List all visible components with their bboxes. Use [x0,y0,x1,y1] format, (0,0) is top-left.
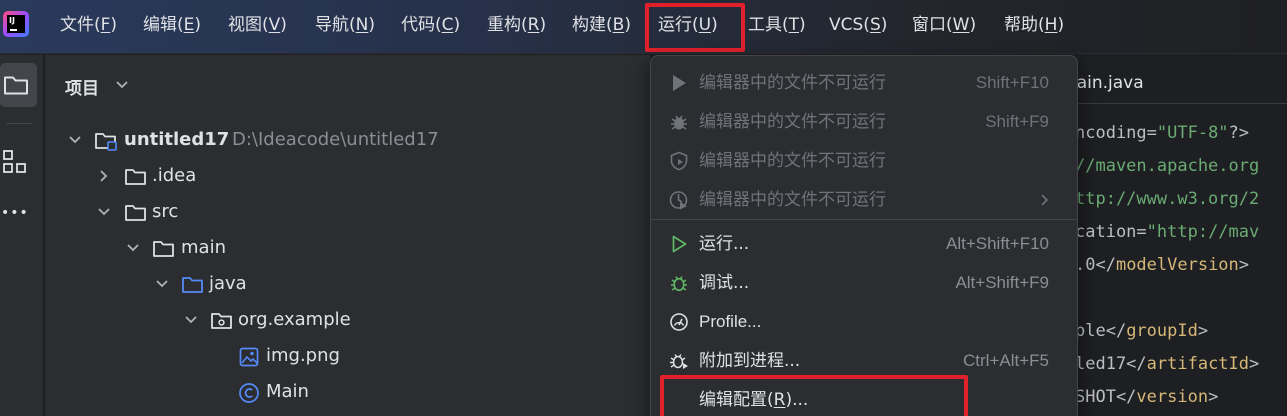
menu-separator [651,219,1077,220]
run-menu-highlight-box [645,3,745,52]
menu-view[interactable]: 视图(V) [228,12,287,38]
chevron-right-icon [1041,194,1049,206]
code-token: ncoding= [1075,123,1157,143]
chevron-down-icon[interactable] [155,279,169,289]
code-line: led17</artifactId> [1075,351,1259,377]
run-menu-item-run-disabled: 编辑器中的文件不可运行 Shift+F10 [659,66,1064,100]
menu-vcs[interactable]: VCS(S) [829,12,887,38]
chevron-down-icon[interactable] [97,207,111,217]
profile-gauge-icon [670,313,688,331]
folder-icon [125,205,146,221]
edit-configurations-highlight-box [660,375,968,416]
menu-bar: IJ 文件(F) 编辑(E) 视图(V) 导航(N) 代码(C) 重构(R) 构… [0,0,1287,54]
structure-icon[interactable] [2,149,28,175]
menu-build[interactable]: 构建(B) [572,12,631,38]
code-token: ttp://www.w3.org/2 [1075,189,1260,209]
code-line: ncoding="UTF-8"?> [1075,120,1249,146]
image-file-icon [239,347,259,367]
menu-code[interactable]: 代码(C) [401,12,460,38]
project-panel-title[interactable]: 项目 [65,74,99,99]
tree-item-label: untitled17 [124,129,230,150]
chevron-right-icon[interactable] [99,169,109,183]
debug-icon [671,115,687,130]
code-token: .0</ [1075,255,1116,275]
code-token: "http://mav [1146,222,1260,242]
package-icon [211,313,232,329]
tree-item-label: main [181,237,226,258]
chevron-down-icon[interactable] [68,135,82,145]
code-token: //maven.apache.org [1075,156,1260,176]
coverage-icon [670,151,688,171]
tree-item-path: D:\Ideacode\untitled17 [232,129,439,150]
code-token: > [1249,354,1260,374]
menu-refactor[interactable]: 重构(R) [487,12,546,38]
folder-icon [4,76,28,95]
run-menu-item-debug[interactable]: 调试... Alt+Shift+F9 [659,266,1064,300]
tree-item-label: Main [266,381,309,402]
code-token: ple</ [1075,321,1127,341]
app-logo-icon[interactable]: IJ [3,11,29,37]
project-tool-button[interactable] [0,63,37,107]
folder-icon [125,169,146,185]
code-line: ttp://www.w3.org/2 [1075,186,1259,212]
run-menu-item-profile[interactable]: Profile... [659,305,1064,339]
code-token: ?> [1228,123,1250,143]
tree-item-label: org.example [238,309,351,330]
menu-window[interactable]: 窗口(W) [912,12,976,38]
code-token: cation= [1075,222,1147,242]
tree-item-label: .idea [152,165,197,186]
chevron-down-icon[interactable] [184,315,198,325]
code-token: > [1238,255,1250,275]
code-token: "UTF-8" [1156,123,1229,143]
code-line: ple</groupId> [1075,318,1208,344]
code-token: groupId [1126,321,1198,341]
code-line: SHOT</version> [1075,384,1218,410]
chevron-down-icon[interactable] [115,80,129,90]
menu-file[interactable]: 文件(F) [60,12,117,38]
code-token: modelVersion [1115,255,1239,275]
menu-edit[interactable]: 编辑(E) [143,12,201,38]
code-token: artifactId [1146,354,1250,374]
menu-help[interactable]: 帮助(H) [1004,12,1064,38]
profiler-icon [669,191,688,210]
editor-tab-divider [1050,103,1287,104]
code-line: .0</modelVersion> [1075,252,1249,278]
toolstrip-separator [6,123,32,124]
code-token: SHOT</ [1075,387,1137,407]
project-panel: 项目 untitled17 D:\Ideacode\untitled17 .id… [45,55,650,416]
menu-navigate[interactable]: 导航(N) [315,12,375,38]
source-folder-icon [182,277,203,293]
chevron-down-icon[interactable] [126,243,140,253]
java-class-icon [239,383,259,403]
run-menu-item-coverage-disabled: 编辑器中的文件不可运行 [659,144,1064,178]
code-token: version [1136,387,1209,407]
run-icon [672,235,687,253]
more-tool-windows-icon[interactable]: ••• [1,205,29,221]
code-line: cation="http://mav [1075,219,1259,245]
debug-icon [671,276,687,292]
run-menu-item-profiler-disabled: 编辑器中的文件不可运行 [659,183,1064,217]
attach-debugger-icon [670,354,688,369]
tree-item-label: java [209,273,247,294]
run-menu-dropdown: 编辑器中的文件不可运行 Shift+F10 编辑器中的文件不可运行 Shift+… [650,55,1078,416]
run-icon [673,75,686,91]
tree-item-label: src [152,201,179,222]
run-menu-item-attach-to-process[interactable]: 附加到进程... Ctrl+Alt+F5 [659,344,1064,378]
run-menu-item-run[interactable]: 运行... Alt+Shift+F10 [659,227,1064,261]
tool-window-strip: ••• [0,55,44,416]
editor-tab-main-java[interactable]: lain.java [1072,73,1144,93]
tree-item-label: img.png [266,345,340,366]
code-token: > [1197,321,1209,341]
module-folder-icon [95,133,117,151]
folder-icon [153,241,174,257]
code-token: led17</ [1075,354,1147,374]
code-token: > [1208,387,1219,407]
run-menu-item-debug-disabled: 编辑器中的文件不可运行 Shift+F9 [659,105,1064,139]
code-line: //maven.apache.org [1075,153,1259,179]
menu-tools[interactable]: 工具(T) [748,12,806,38]
